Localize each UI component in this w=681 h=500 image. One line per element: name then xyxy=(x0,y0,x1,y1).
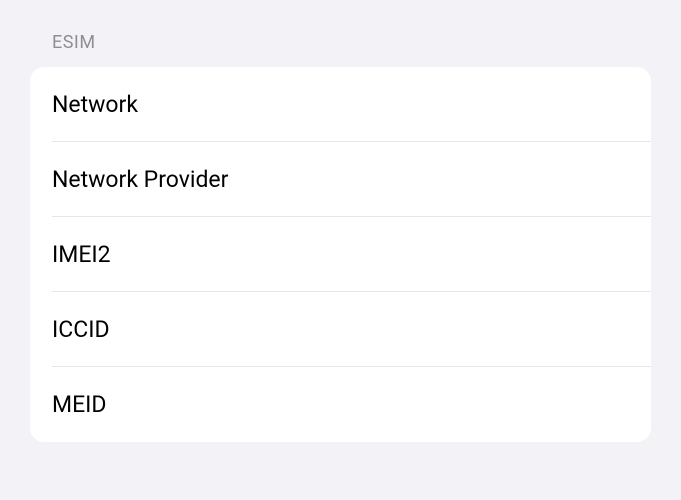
settings-row-iccid[interactable]: ICCID xyxy=(30,292,651,367)
section-header-esim: ESIM xyxy=(52,32,651,53)
settings-row-network[interactable]: Network xyxy=(30,67,651,142)
row-label: Network Provider xyxy=(52,166,228,193)
settings-group-esim: Network Network Provider IMEI2 ICCID MEI… xyxy=(30,67,651,442)
row-label: MEID xyxy=(52,391,107,418)
row-label: Network xyxy=(52,91,138,118)
settings-row-network-provider[interactable]: Network Provider xyxy=(30,142,651,217)
settings-container: ESIM Network Network Provider IMEI2 ICCI… xyxy=(0,0,681,442)
settings-row-meid[interactable]: MEID xyxy=(30,367,651,442)
row-label: IMEI2 xyxy=(52,241,111,268)
row-label: ICCID xyxy=(52,316,110,343)
settings-row-imei2[interactable]: IMEI2 xyxy=(30,217,651,292)
